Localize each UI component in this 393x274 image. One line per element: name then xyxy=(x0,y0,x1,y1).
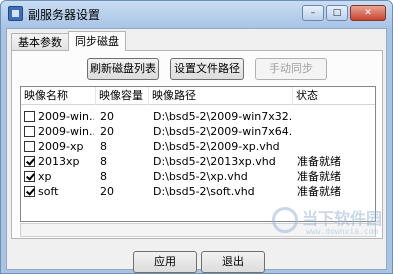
column-header-status[interactable]: 状态 xyxy=(293,87,375,105)
image-size: 8 xyxy=(100,140,107,153)
image-size: 20 xyxy=(100,125,114,138)
table-row[interactable]: 2009-win... 20 D:\bsd5-2\2009-win7x32...… xyxy=(21,109,375,124)
image-size: 8 xyxy=(100,155,107,168)
column-header-path[interactable]: 映像路径 xyxy=(149,87,293,105)
refresh-disk-list-button[interactable]: 刷新磁盘列表 xyxy=(87,58,159,80)
image-list[interactable]: 映像名称 映像容量 映像路径 状态 2009-win... 20 D:\bsd5… xyxy=(20,86,376,222)
apply-button[interactable]: 应用 xyxy=(133,251,197,273)
row-checkbox[interactable] xyxy=(24,156,35,167)
image-name: soft xyxy=(38,185,59,198)
set-file-path-button[interactable]: 设置文件路径 xyxy=(170,58,244,80)
table-row[interactable]: 2009-xp 8 D:\bsd5-2\2009-xp.vhd xyxy=(21,139,375,154)
row-checkbox[interactable] xyxy=(24,171,35,182)
table-row[interactable]: 2009-win... 20 D:\bsd5-2\2009-win7x64...… xyxy=(21,124,375,139)
dialog-window: 副服务器设置 – □ ✕ 基本参数 同步磁盘 刷新磁盘列表 设置文件路径 手动同… xyxy=(0,0,393,274)
tab-strip: 基本参数 同步磁盘 xyxy=(11,31,126,51)
row-checkbox[interactable] xyxy=(24,186,35,197)
manual-sync-button[interactable]: 手动同步 xyxy=(255,58,327,80)
tab-basic-params[interactable]: 基本参数 xyxy=(11,33,69,51)
image-name: 2013xp xyxy=(38,155,80,168)
image-status: 准备就绪 xyxy=(297,170,341,183)
table-row[interactable]: soft 20 D:\bsd5-2\soft.vhd 准备就绪 xyxy=(21,184,375,199)
image-size: 20 xyxy=(100,185,114,198)
image-status xyxy=(297,139,375,154)
tab-panel-sync-disk: 刷新磁盘列表 设置文件路径 手动同步 映像名称 映像容量 映像路径 状态 200… xyxy=(11,50,383,239)
table-row[interactable]: 2013xp 8 D:\bsd5-2\2013xp.vhd 准备就绪 xyxy=(21,154,375,169)
image-path: D:\bsd5-2\2009-win7x32.... xyxy=(153,110,291,123)
image-name: 2009-xp xyxy=(38,140,84,153)
image-status xyxy=(297,124,375,139)
list-header: 映像名称 映像容量 映像路径 状态 xyxy=(21,87,375,105)
row-checkbox[interactable] xyxy=(24,126,35,137)
image-size: 20 xyxy=(100,110,114,123)
image-status: 准备就绪 xyxy=(297,185,341,198)
minimize-icon[interactable]: – xyxy=(302,5,324,21)
exit-button[interactable]: 退出 xyxy=(201,251,265,273)
maximize-icon[interactable]: □ xyxy=(326,5,348,21)
window-title: 副服务器设置 xyxy=(28,8,101,22)
image-status: 准备就绪 xyxy=(297,155,341,168)
image-name: 2009-win... xyxy=(38,125,94,138)
horizontal-scrollbar[interactable] xyxy=(20,223,376,237)
window-controls: – □ ✕ xyxy=(302,5,386,21)
row-checkbox[interactable] xyxy=(24,111,35,122)
tab-sync-disk[interactable]: 同步磁盘 xyxy=(68,31,126,51)
app-icon xyxy=(8,6,23,21)
image-path: D:\bsd5-2\2009-win7x64.... xyxy=(153,125,291,138)
row-checkbox[interactable] xyxy=(24,141,35,152)
image-path: D:\bsd5-2\2013xp.vhd xyxy=(153,155,276,168)
image-name: 2009-win... xyxy=(38,110,94,123)
column-header-size[interactable]: 映像容量 xyxy=(96,87,149,105)
table-row[interactable]: xp 8 D:\bsd5-2\xp.vhd 准备就绪 xyxy=(21,169,375,184)
image-path: D:\bsd5-2\xp.vhd xyxy=(153,170,248,183)
image-name: xp xyxy=(38,170,52,183)
image-size: 8 xyxy=(100,170,107,183)
column-header-name[interactable]: 映像名称 xyxy=(21,87,96,105)
close-icon[interactable]: ✕ xyxy=(350,5,386,21)
image-path: D:\bsd5-2\2009-xp.vhd xyxy=(153,140,280,153)
image-path: D:\bsd5-2\soft.vhd xyxy=(153,185,255,198)
image-status xyxy=(297,109,375,124)
dialog-client-area: 基本参数 同步磁盘 刷新磁盘列表 设置文件路径 手动同步 映像名称 映像容量 映… xyxy=(6,28,387,273)
title-bar[interactable]: 副服务器设置 – □ ✕ xyxy=(1,1,392,27)
